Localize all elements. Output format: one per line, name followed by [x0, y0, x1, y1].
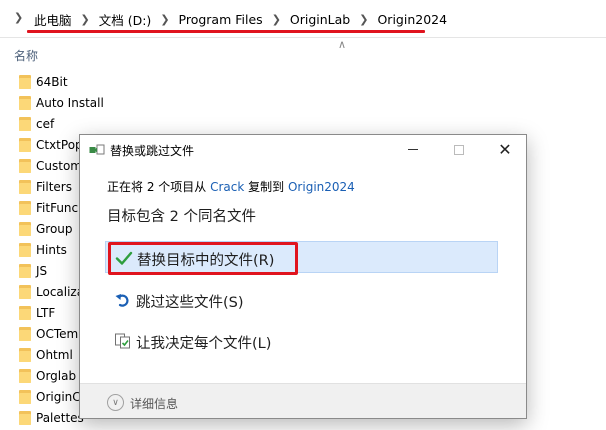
progress-middle: 复制到 [248, 180, 285, 194]
decide-each-file-label: 让我决定每个文件(L) [136, 336, 272, 352]
minimize-button[interactable] [390, 135, 436, 164]
maximize-icon [454, 144, 464, 155]
list-item[interactable]: FitFunc [0, 198, 90, 219]
list-item[interactable]: 64Bit [0, 72, 90, 93]
list-item[interactable]: JS [0, 261, 90, 282]
folder-icon [19, 222, 31, 236]
list-item[interactable]: Custom [0, 156, 90, 177]
list-item[interactable]: Filters [0, 177, 90, 198]
more-details-toggle[interactable]: 详细信息 [130, 395, 178, 412]
chevron-right-icon[interactable]: ❯ [81, 13, 90, 26]
folder-icon [19, 285, 31, 299]
folder-icon [19, 159, 31, 173]
chevron-right-icon[interactable]: ❯ [359, 13, 368, 26]
sort-chevron-up-icon: ∧ [338, 38, 347, 51]
close-button[interactable]: ✕ [482, 135, 526, 164]
file-copy-icon [89, 144, 105, 155]
folder-icon [19, 201, 31, 215]
minimize-icon [408, 149, 418, 150]
compare-files-icon [115, 333, 130, 349]
red-box-annotation [108, 242, 298, 275]
list-item[interactable]: OCTem [0, 324, 90, 345]
close-icon: ✕ [498, 139, 512, 159]
folder-icon [19, 243, 31, 257]
folder-icon [19, 348, 31, 362]
folder-icon [19, 180, 31, 194]
decide-each-file-button[interactable]: 让我决定每个文件(L) [105, 325, 498, 357]
dialog-titlebar[interactable]: 替换或跳过文件 ✕ [80, 135, 526, 165]
list-item[interactable]: CtxtPop [0, 135, 90, 156]
list-item[interactable]: Auto Install [0, 93, 104, 114]
folder-icon [19, 390, 31, 404]
dialog-title: 替换或跳过文件 [110, 144, 195, 158]
folder-icon [19, 75, 31, 89]
list-item[interactable]: cef [0, 114, 90, 135]
chevron-right-icon[interactable]: ❯ [160, 13, 169, 26]
folder-icon [19, 96, 31, 110]
breadcrumb-item[interactable]: 文档 (D:) [97, 10, 154, 29]
breadcrumb: 此电脑 ❯ 文档 (D:) ❯ Program Files ❯ OriginLa… [32, 10, 449, 29]
folder-icon [19, 327, 31, 341]
folder-icon [19, 117, 31, 131]
list-item[interactable]: Orglab [0, 366, 90, 387]
folder-icon [19, 369, 31, 383]
folder-icon [19, 264, 31, 278]
copy-progress-text: 正在将 2 个项目从 Crack 复制到 Origin2024 [107, 178, 355, 195]
list-item[interactable]: Palettes [0, 408, 90, 429]
list-item[interactable]: Localiza [0, 282, 90, 303]
skip-files-button[interactable]: 跳过这些文件(S) [105, 284, 498, 316]
replace-or-skip-dialog: 替换或跳过文件 ✕ 正在将 2 个项目从 Crack 复制到 Origin202… [79, 134, 527, 419]
address-bar[interactable]: ❯ 此电脑 ❯ 文档 (D:) ❯ Program Files ❯ Origin… [0, 0, 606, 38]
list-item[interactable]: Ohtml [0, 345, 90, 366]
list-item[interactable]: Group [0, 219, 90, 240]
list-item[interactable]: LTF [0, 303, 90, 324]
column-header-name[interactable]: 名称 [14, 47, 38, 64]
folder-icon [19, 306, 31, 320]
dialog-footer: ∨ 详细信息 [80, 383, 526, 418]
maximize-button[interactable] [436, 135, 482, 164]
chevron-right-icon[interactable]: ❯ [14, 11, 23, 24]
breadcrumb-item[interactable]: OriginLab [288, 12, 352, 27]
progress-prefix: 正在将 2 个项目从 [107, 180, 207, 194]
chevron-right-icon[interactable]: ❯ [272, 13, 281, 26]
red-underline-annotation [27, 30, 425, 33]
destination-folder-link[interactable]: Origin2024 [288, 180, 355, 194]
breadcrumb-item[interactable]: 此电脑 [32, 10, 74, 29]
folder-icon [19, 138, 31, 152]
folder-icon [19, 411, 31, 425]
chevron-down-icon[interactable]: ∨ [107, 394, 124, 411]
skip-arrow-icon [115, 294, 129, 307]
list-item[interactable]: OriginC [0, 387, 90, 408]
conflict-summary: 目标包含 2 个同名文件 [107, 209, 256, 225]
breadcrumb-item[interactable]: Origin2024 [375, 12, 449, 27]
breadcrumb-item[interactable]: Program Files [177, 12, 265, 27]
source-folder-link[interactable]: Crack [210, 180, 244, 194]
skip-files-label: 跳过这些文件(S) [136, 295, 244, 311]
list-item[interactable]: Hints [0, 240, 90, 261]
